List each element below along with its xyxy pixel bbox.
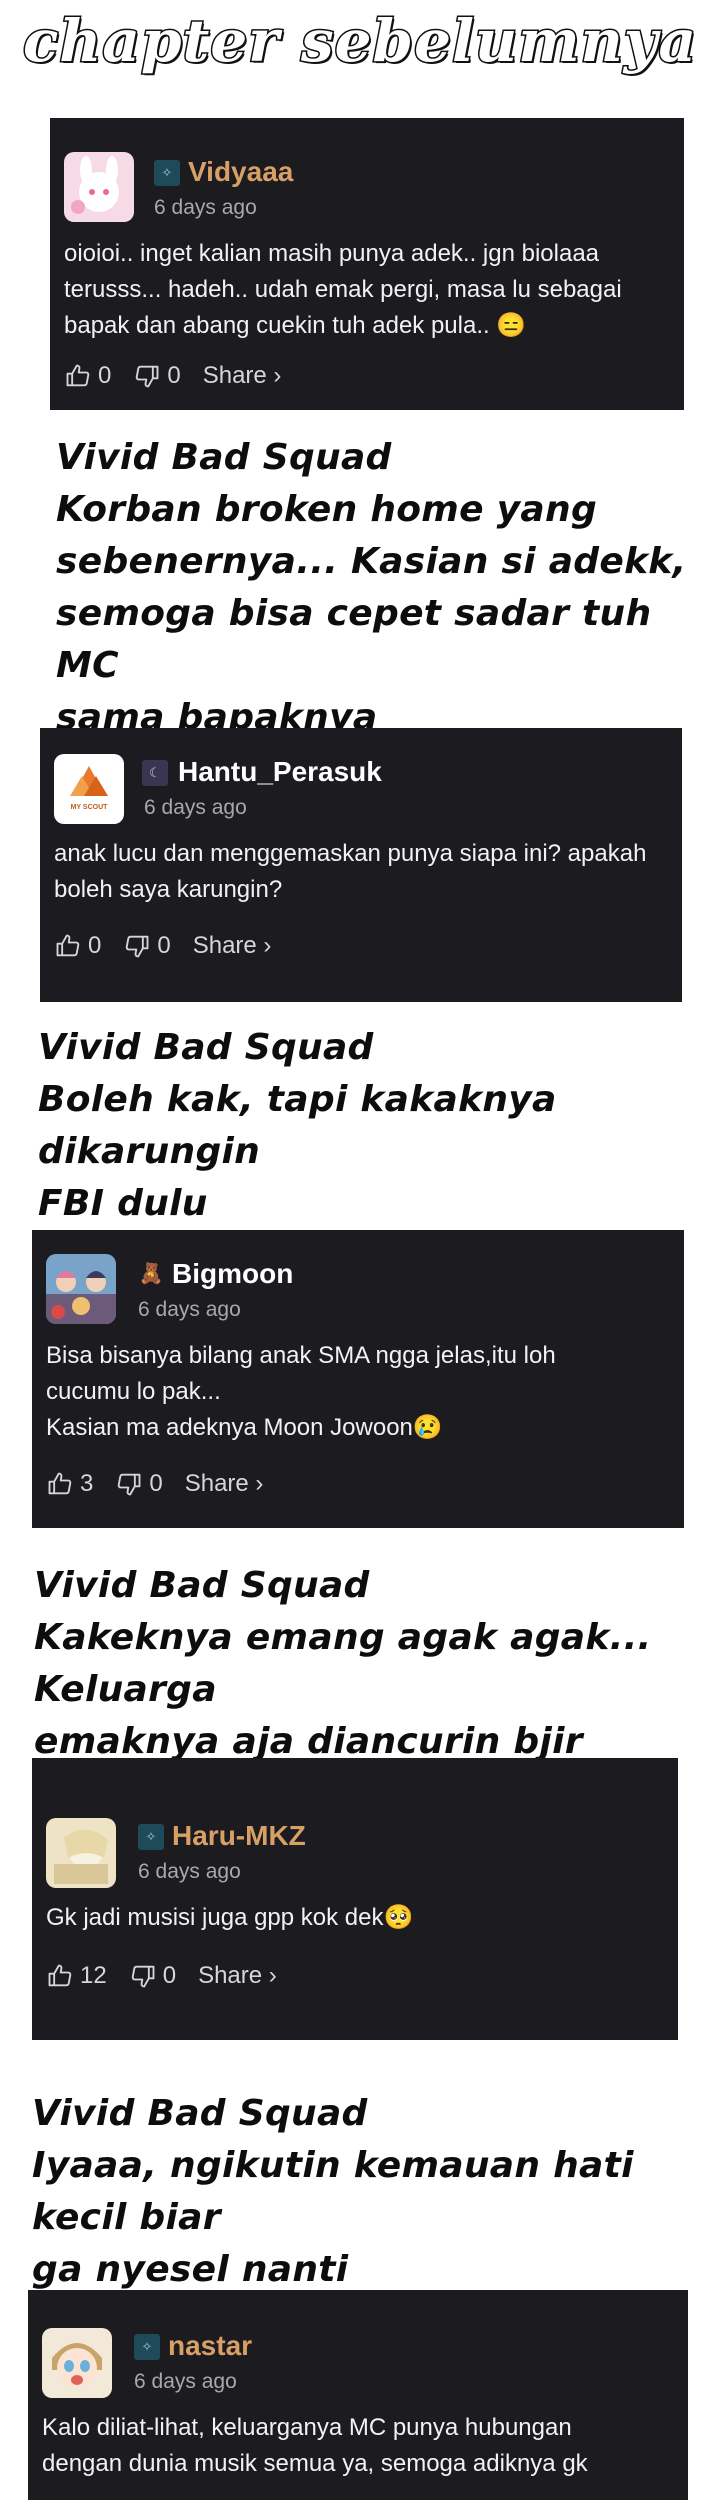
reply-text: Vivid Bad Squad Boleh kak, tapi kakaknya… (38, 1027, 557, 1224)
comment-text: Gk jadi musisi juga gpp kok dek🥺 (46, 1904, 414, 1931)
avatar-label: MY SCOUT (71, 804, 109, 811)
comment-card: MY SCOUT ☾ Hantu_Perasuk 6 days ago anak… (40, 728, 682, 1002)
dislike-button[interactable]: 0 (123, 932, 171, 960)
thumbs-up-icon (48, 1472, 72, 1495)
user-badge-icon: 🧸 (138, 1262, 164, 1285)
comment-actions: 0 0 Share › (64, 362, 303, 390)
dislike-count: 0 (162, 1962, 177, 1989)
dislike-button[interactable]: 0 (129, 1962, 176, 1990)
user-badge-icon: ✧ (134, 2334, 160, 2360)
username[interactable]: Bigmoon (172, 1258, 293, 1290)
avatar[interactable] (64, 152, 134, 222)
like-button[interactable]: 3 (46, 1470, 93, 1498)
like-button[interactable]: 12 (46, 1962, 107, 1990)
dislike-count: 0 (157, 932, 171, 959)
timestamp: 6 days ago (154, 196, 257, 219)
comment-actions: 12 0 Share › (46, 1962, 299, 1990)
comment-actions: 3 0 Share › (46, 1470, 285, 1498)
thumbs-down-icon (136, 365, 159, 388)
like-count: 0 (88, 932, 102, 959)
comment-card: ✧ Vidyaaa 6 days ago oioioi.. inget kali… (50, 118, 684, 410)
comment-card: ✧ nastar 6 days ago Kalo diliat-lihat, k… (28, 2290, 688, 2500)
comment-actions: 0 0 Share › (54, 932, 293, 960)
avatar[interactable] (42, 2328, 112, 2398)
avatar[interactable] (46, 1818, 116, 1888)
comment-card: ✧ Haru-MKZ 6 days ago Gk jadi musisi jug… (32, 1758, 678, 2040)
username[interactable]: Haru-MKZ (172, 1820, 306, 1852)
comment-text: anak lucu dan menggemaskan punya siapa i… (54, 840, 647, 903)
dislike-button[interactable]: 0 (133, 362, 181, 390)
dislike-count: 0 (167, 362, 181, 389)
thumbs-down-icon (131, 1965, 155, 1988)
like-button[interactable]: 0 (54, 932, 101, 960)
timestamp: 6 days ago (138, 1298, 241, 1321)
avatar[interactable] (46, 1254, 116, 1324)
share-button[interactable]: Share › (193, 932, 272, 960)
like-button[interactable]: 0 (64, 362, 111, 390)
like-count: 3 (80, 1470, 94, 1497)
share-button[interactable]: Share › (185, 1470, 264, 1498)
user-badge-icon: ✧ (138, 1824, 164, 1850)
reply-text: Vivid Bad Squad Iyaaa, ngikutin kemauan … (32, 2093, 634, 2290)
timestamp: 6 days ago (134, 2370, 237, 2393)
timestamp: 6 days ago (138, 1860, 241, 1883)
like-count: 12 (80, 1962, 107, 1989)
share-button[interactable]: Share › (203, 362, 282, 390)
share-button[interactable]: Share › (198, 1962, 277, 1990)
reply-text: Vivid Bad Squad Kakeknya emang agak agak… (34, 1565, 652, 1762)
comment-text: oioioi.. inget kalian masih punya adek..… (64, 240, 622, 339)
avatar[interactable]: MY SCOUT (54, 754, 124, 824)
comment-text: Kalo diliat-lihat, keluarganya MC punya … (42, 2414, 588, 2477)
user-badge-icon: ✧ (154, 160, 180, 186)
reply-text: Vivid Bad Squad Korban broken home yang … (56, 437, 687, 738)
timestamp: 6 days ago (144, 796, 247, 819)
thumbs-up-icon (56, 934, 80, 957)
thumbs-up-icon (48, 1964, 72, 1987)
comment-text: Bisa bisanya bilang anak SMA ngga jelas,… (46, 1342, 556, 1441)
username[interactable]: Hantu_Perasuk (178, 756, 382, 788)
chapter-title: chapter sebelumnya (21, 6, 698, 77)
thumbs-down-icon (126, 935, 149, 958)
thumbs-up-icon (66, 364, 90, 387)
dislike-count: 0 (149, 1470, 163, 1497)
username[interactable]: Vidyaaa (188, 156, 293, 188)
comment-card: 🧸 Bigmoon 6 days ago Bisa bisanya bilang… (32, 1230, 684, 1528)
user-badge-icon: ☾ (142, 760, 168, 786)
thumbs-down-icon (118, 1473, 141, 1496)
username[interactable]: nastar (168, 2330, 252, 2362)
dislike-button[interactable]: 0 (115, 1470, 163, 1498)
like-count: 0 (98, 362, 112, 389)
